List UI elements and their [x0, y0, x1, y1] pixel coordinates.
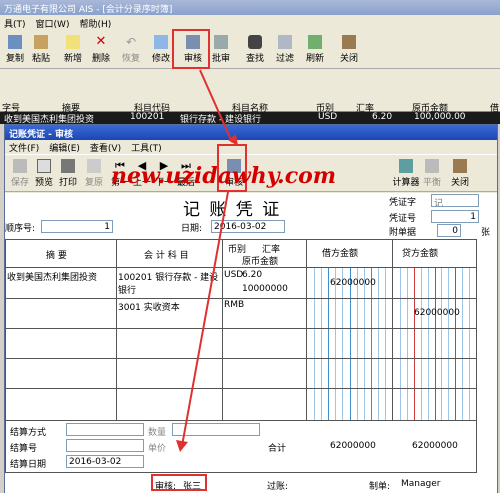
arrow-line-1 — [199, 69, 233, 143]
arrow-head-2 — [176, 440, 188, 452]
annotation-arrows — [176, 69, 238, 452]
arrow-line-2 — [181, 191, 229, 447]
